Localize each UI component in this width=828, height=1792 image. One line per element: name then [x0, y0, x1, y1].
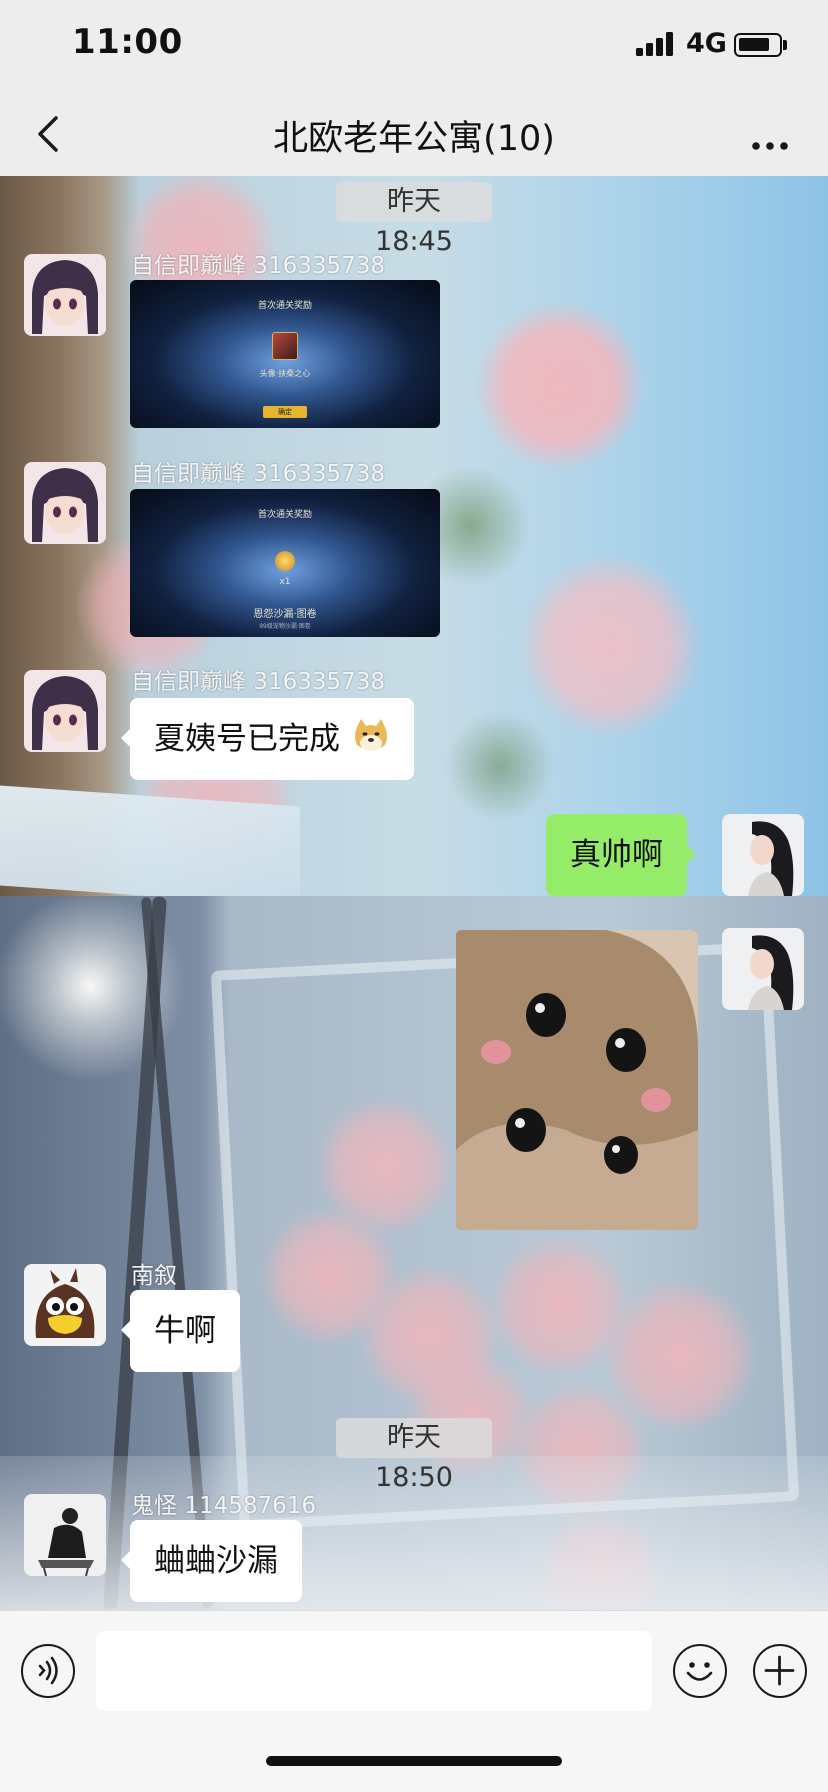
- avatar[interactable]: [24, 254, 106, 336]
- avatar[interactable]: [24, 670, 106, 752]
- text-message-bubble[interactable]: 牛啊: [121, 1290, 240, 1372]
- message-text: 夏姨号已完成: [154, 721, 340, 757]
- sender-name: 南叙: [131, 1263, 177, 1289]
- battery-tip: [783, 40, 787, 50]
- emoji-button[interactable]: [673, 1644, 727, 1698]
- home-indicator[interactable]: [266, 1756, 562, 1766]
- chevron-left-icon: [38, 116, 58, 152]
- anime-girl-avatar-icon: [24, 462, 106, 544]
- text-message-bubble[interactable]: 蛐蛐沙漏: [121, 1520, 302, 1602]
- avatar[interactable]: [24, 1494, 106, 1576]
- sender-name: 自信即巅峰 316335738: [131, 253, 386, 279]
- status-bar: 11:00 4G: [0, 0, 828, 92]
- hourglass-item-icon: [275, 551, 295, 571]
- voice-icon: [38, 1656, 58, 1685]
- image-message[interactable]: 首次通关奖励 x1 恩怨沙漏·图卷 99级宠物沙漏·图卷: [130, 489, 440, 637]
- image-message[interactable]: 首次通关奖励 头像·扶桑之心 确定: [130, 280, 440, 428]
- more-actions-button[interactable]: [753, 1644, 807, 1698]
- image-confirm-label: 确定: [263, 406, 307, 418]
- message-input[interactable]: [96, 1631, 652, 1711]
- more-dots-icon: [752, 142, 788, 150]
- sticker-image-message[interactable]: [456, 930, 698, 1230]
- sender-name: 鬼怪 114587616: [131, 1493, 317, 1519]
- profile-photo-avatar-icon: [722, 928, 804, 1010]
- anime-girl-avatar-icon: [24, 670, 106, 752]
- timestamp: 昨天 18:50: [336, 1418, 492, 1493]
- text-message-bubble[interactable]: 夏姨号已完成: [121, 698, 414, 780]
- cellular-signal-icon: [636, 32, 676, 56]
- network-type: 4G: [686, 28, 727, 59]
- more-button[interactable]: [740, 106, 800, 162]
- sender-name: 自信即巅峰 316335738: [131, 461, 386, 487]
- avatar[interactable]: [24, 462, 106, 544]
- image-title: 首次通关奖励: [257, 510, 312, 520]
- sender-name: 自信即巅峰 316335738: [131, 669, 386, 695]
- outgoing-text-bubble[interactable]: 真帅啊: [546, 814, 696, 896]
- timestamp: 昨天 18:45: [336, 182, 492, 257]
- chat-background-ice: [0, 785, 300, 907]
- status-time: 11:00: [72, 22, 183, 62]
- my-avatar[interactable]: [722, 928, 804, 1010]
- cartoon-bird-avatar-icon: [24, 1264, 106, 1346]
- chat-header: 北欧老年公寓(10): [0, 92, 828, 176]
- my-avatar[interactable]: [722, 814, 804, 896]
- chat-message-list[interactable]: 昨天 18:45 自信即巅峰 316335738 首次通关奖励 头像·扶桑之心 …: [0, 176, 828, 1610]
- kitten-sticker: [456, 930, 698, 1230]
- smiley-icon: [686, 1662, 713, 1681]
- battery-icon: [734, 33, 782, 57]
- profile-photo-avatar-icon: [722, 814, 804, 896]
- reward-avatar-thumbnail: [272, 332, 298, 360]
- image-title: 首次通关奖励: [257, 301, 312, 311]
- plus-icon: [764, 1655, 795, 1686]
- avatar[interactable]: [24, 1264, 106, 1346]
- doge-emoji: [354, 719, 387, 751]
- image-subcaption: 99级宠物沙漏·图卷: [259, 623, 311, 630]
- image-item-count: x1: [279, 577, 291, 587]
- image-caption: 恩怨沙漏·图卷: [253, 609, 317, 620]
- chat-title: 北欧老年公寓(10): [273, 119, 555, 159]
- image-caption: 头像·扶桑之心: [259, 369, 311, 378]
- anime-girl-avatar-icon: [24, 254, 106, 336]
- voice-input-button[interactable]: [21, 1644, 75, 1698]
- back-button[interactable]: [26, 106, 78, 162]
- monochrome-photo-avatar-icon: [24, 1494, 106, 1576]
